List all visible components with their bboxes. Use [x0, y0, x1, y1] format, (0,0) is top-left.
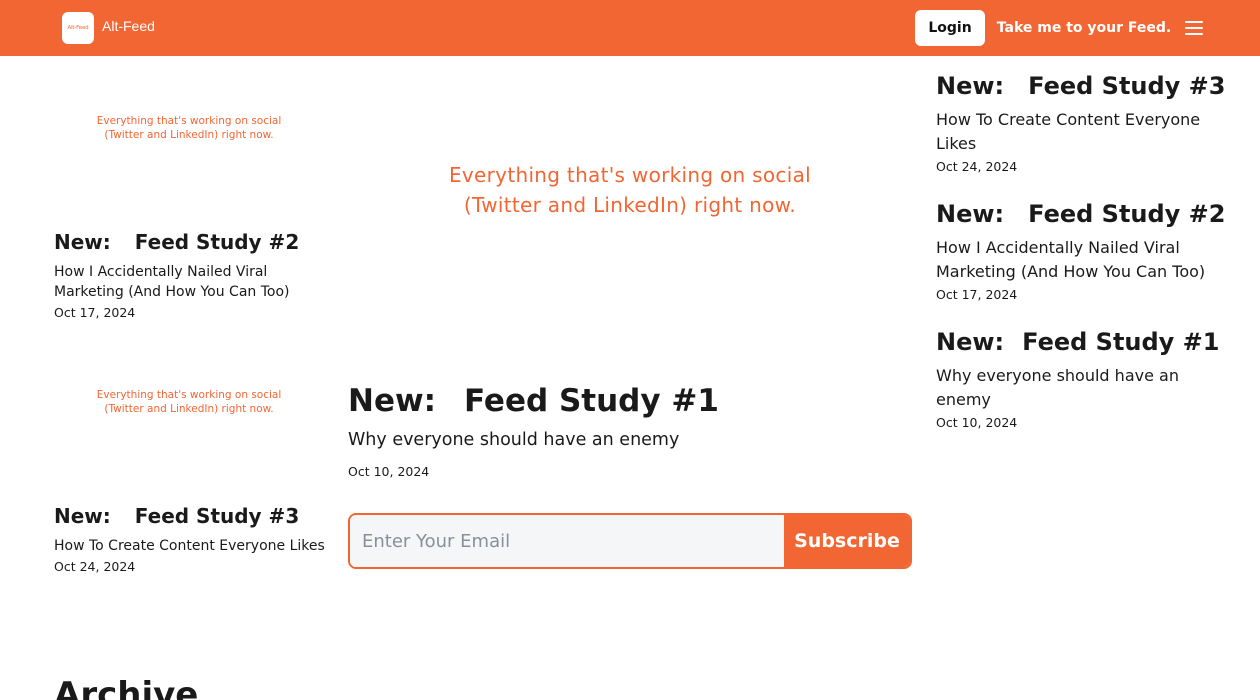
email-input[interactable]: [350, 515, 784, 567]
new-prefix: New:: [54, 504, 111, 528]
archive-heading: Archive: [54, 675, 199, 700]
take-me-to-feed-button[interactable]: Take me to your Feed.: [993, 10, 1175, 46]
post-title[interactable]: New: Feed Study #1: [936, 328, 1219, 356]
post-title[interactable]: New: Feed Study #2: [54, 230, 299, 254]
thumbnail-line-2: (Twitter and LinkedIn) right now.: [104, 129, 274, 141]
post-title-text: Feed Study #2: [134, 230, 300, 254]
post-date: Oct 17, 2024: [54, 305, 136, 320]
login-button[interactable]: Login: [915, 10, 985, 46]
post-title[interactable]: New: Feed Study #3: [936, 72, 1225, 100]
post-date: Oct 10, 2024: [936, 415, 1018, 430]
post-title[interactable]: New: Feed Study #2: [936, 200, 1225, 228]
post-date: Oct 24, 2024: [936, 159, 1018, 174]
post-thumbnail[interactable]: Everything that's working on social (Twi…: [54, 388, 324, 416]
subscribe-form: Subscribe: [348, 513, 912, 569]
post-title-text: Feed Study #3: [134, 504, 300, 528]
post-description: How I Accidentally Nailed Viral Marketin…: [936, 238, 1206, 281]
brand-name[interactable]: Alt-Feed: [102, 18, 155, 34]
top-navbar: Alt-Feed Alt-Feed Login Take me to your …: [0, 0, 1260, 56]
featured-post-date: Oct 10, 2024: [348, 464, 430, 479]
thumbnail-line-1: Everything that's working on social: [96, 115, 282, 127]
thumbnail-line-2: (Twitter and LinkedIn) right now.: [104, 403, 274, 415]
featured-thumbnail[interactable]: Everything that's working on social (Twi…: [348, 160, 912, 220]
logo[interactable]: Alt-Feed: [62, 12, 94, 44]
new-prefix: New:: [936, 328, 1005, 356]
new-prefix: New:: [936, 72, 1005, 100]
post-description: How To Create Content Everyone Likes: [54, 538, 325, 554]
featured-post-description: Why everyone should have an enemy: [348, 430, 680, 450]
featured-post-title[interactable]: New: Feed Study #1: [348, 383, 719, 419]
hamburger-menu-icon[interactable]: [1182, 18, 1206, 38]
post-description: How I Accidentally Nailed Viral Marketin…: [54, 264, 290, 300]
post-title-text: Feed Study #3: [1028, 72, 1226, 100]
post-description: How To Create Content Everyone Likes: [936, 110, 1201, 153]
subscribe-button[interactable]: Subscribe: [784, 515, 910, 567]
thumbnail-line-1: Everything that's working on social: [448, 163, 811, 187]
new-prefix: New:: [936, 200, 1005, 228]
thumbnail-line-1: Everything that's working on social: [96, 389, 282, 401]
post-date: Oct 17, 2024: [936, 287, 1018, 302]
new-prefix: New:: [54, 230, 111, 254]
new-prefix: New:: [348, 383, 437, 419]
post-title-text: Feed Study #1: [464, 383, 719, 419]
post-date: Oct 24, 2024: [54, 559, 136, 574]
post-title-text: Feed Study #2: [1028, 200, 1226, 228]
logo-text: Alt-Feed: [67, 25, 89, 31]
post-thumbnail[interactable]: Everything that's working on social (Twi…: [54, 114, 324, 142]
post-title[interactable]: New: Feed Study #3: [54, 504, 299, 528]
thumbnail-line-2: (Twitter and LinkedIn) right now.: [463, 193, 797, 217]
post-description: Why everyone should have an enemy: [936, 366, 1179, 409]
post-title-text: Feed Study #1: [1022, 328, 1220, 356]
